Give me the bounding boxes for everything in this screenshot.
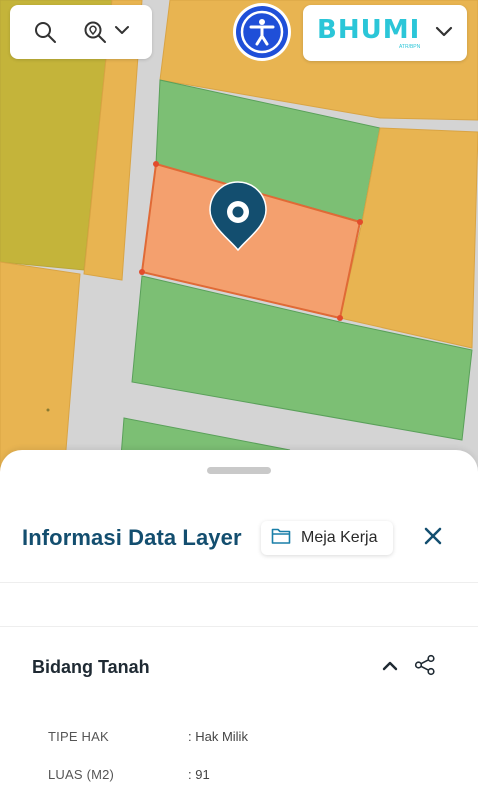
- section-title: Bidang Tanah: [32, 657, 150, 677]
- panel-title: Informasi Data Layer: [22, 525, 242, 550]
- accessibility-button[interactable]: [233, 3, 291, 61]
- collapse-button[interactable]: [380, 658, 400, 678]
- attribute-value: : Hak Milik: [188, 729, 248, 744]
- attribute-key: TIPE HAK: [48, 729, 109, 744]
- folder-icon: [271, 527, 291, 550]
- vertex-handle[interactable]: [153, 161, 159, 167]
- drag-handle[interactable]: [207, 467, 271, 474]
- chevron-up-icon: [381, 657, 399, 680]
- vertex-handle[interactable]: [139, 269, 145, 275]
- close-icon: [424, 527, 442, 550]
- map-toolbar: [10, 5, 152, 59]
- map-view[interactable]: [0, 0, 478, 500]
- vertex-handle[interactable]: [337, 315, 343, 321]
- bhumi-logo: BHUMI ATR/BPN: [317, 17, 420, 50]
- attribute-row-tipe-hak: TIPE HAK : Hak Milik: [48, 729, 248, 744]
- info-panel: Informasi Data Layer Meja Kerja Bidang T…: [0, 450, 478, 804]
- close-button[interactable]: [421, 526, 445, 550]
- brand-selector[interactable]: BHUMI ATR/BPN: [303, 5, 467, 61]
- search-icon[interactable]: [32, 19, 58, 45]
- map-canvas[interactable]: [0, 0, 478, 500]
- attribute-key: LUAS (M2): [48, 767, 115, 782]
- workspace-button[interactable]: Meja Kerja: [261, 521, 393, 555]
- zoom-location-icon: [82, 19, 108, 45]
- brand-name: BHUMI: [317, 14, 421, 45]
- divider: [0, 626, 478, 627]
- divider: [0, 582, 478, 583]
- accessibility-icon: [236, 6, 288, 58]
- chevron-down-icon: [114, 22, 130, 43]
- attribute-value: : 91: [188, 767, 210, 782]
- chevron-down-icon: [434, 21, 454, 46]
- share-icon: [414, 654, 436, 681]
- map-dot: [46, 408, 50, 412]
- workspace-label: Meja Kerja: [301, 529, 378, 546]
- zoom-location-button[interactable]: [82, 19, 130, 45]
- vertex-handle[interactable]: [357, 219, 363, 225]
- attribute-row-luas: LUAS (M2) : 91: [48, 767, 210, 782]
- share-button[interactable]: [414, 654, 436, 681]
- brand-tagline: ATR/BPN: [398, 43, 421, 50]
